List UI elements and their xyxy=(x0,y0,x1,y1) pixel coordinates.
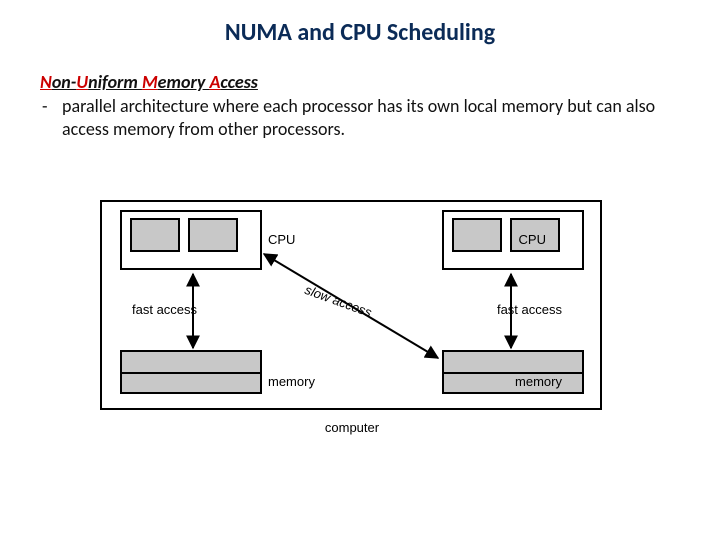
core-left-b xyxy=(188,218,238,252)
fast-access-label-right: fast access xyxy=(497,302,562,317)
memory-right xyxy=(442,350,584,394)
cpu-label-right: CPU xyxy=(519,232,546,247)
core-right-a xyxy=(452,218,502,252)
bullet-text: parallel architecture where each process… xyxy=(62,95,680,140)
acronym-n-rest: on- xyxy=(52,71,77,93)
bullet-item: - parallel architecture where each proce… xyxy=(40,95,680,140)
fast-access-label-left: fast access xyxy=(132,302,197,317)
cpu-right xyxy=(442,210,584,270)
computer-label: computer xyxy=(98,420,606,435)
core-left-a xyxy=(130,218,180,252)
memory-label-right: memory xyxy=(515,374,562,389)
acronym-u-rest: niform xyxy=(88,71,142,93)
acronym-a-letter: A xyxy=(209,71,220,93)
memory-left-divider xyxy=(122,372,260,374)
memory-label-left: memory xyxy=(268,374,315,389)
cpu-label-left: CPU xyxy=(268,232,295,247)
acronym-u-letter: U xyxy=(76,71,88,93)
memory-left xyxy=(120,350,262,394)
acronym-m-rest: emory xyxy=(158,71,210,93)
acronym-heading: Non-Uniform Memory Access xyxy=(40,71,680,93)
acronym-a-rest: ccess xyxy=(220,71,258,93)
acronym-n-letter: N xyxy=(40,71,52,93)
cpu-left xyxy=(120,210,262,270)
page-title: NUMA and CPU Scheduling xyxy=(0,18,720,47)
acronym-m-letter: M xyxy=(142,71,158,93)
numa-diagram: CPU CPU memory memory fast access fast a… xyxy=(98,198,606,448)
bullet-dash: - xyxy=(40,95,62,140)
